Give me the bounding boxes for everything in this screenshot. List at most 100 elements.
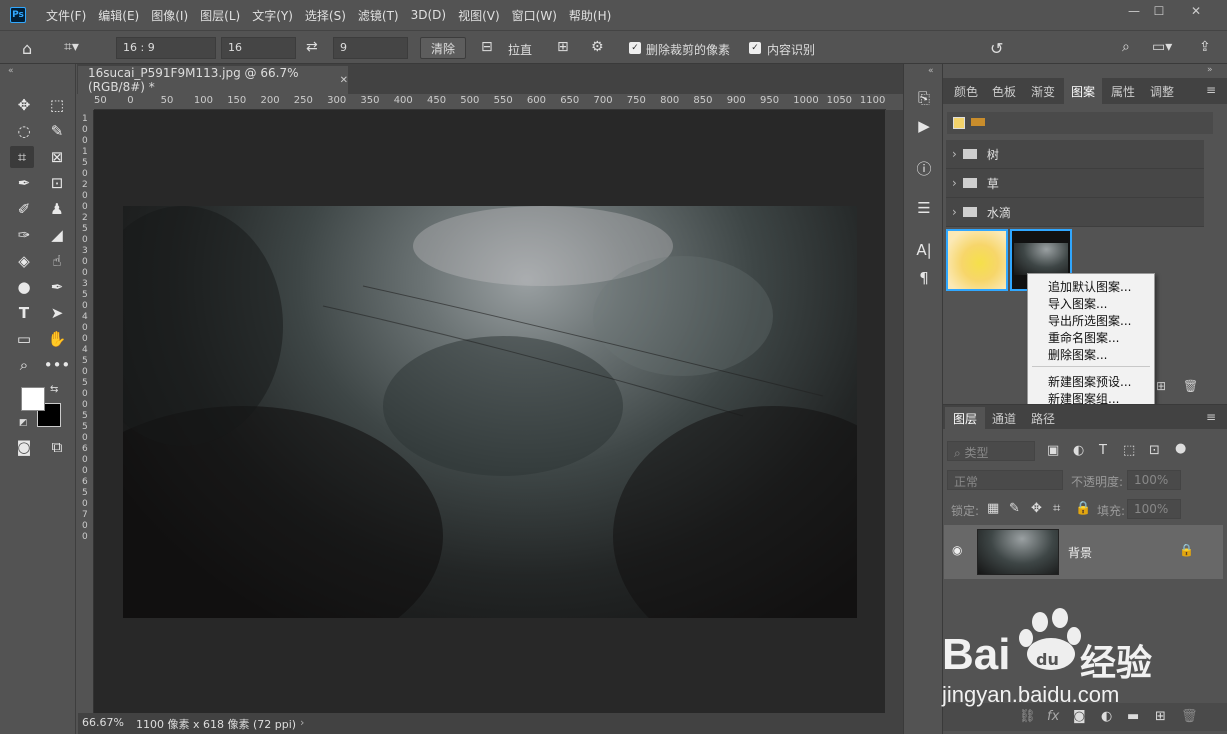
menu-edit[interactable]: 编辑(E) [92,7,145,24]
quick-mask-icon[interactable]: ◙ [12,436,36,458]
menu-image[interactable]: 图像(I) [145,7,194,24]
lock-artboard-icon[interactable]: ⌗ [1053,501,1060,516]
marquee-tool-icon[interactable]: ⬚ [45,94,69,116]
properties-icon[interactable]: ☰ [914,198,934,218]
info-icon[interactable]: ⓘ [914,158,934,178]
menu-help[interactable]: 帮助(H) [563,7,617,24]
home-icon[interactable]: ⌂ [22,39,32,58]
screen-mode-icon[interactable]: ⧉ [45,436,69,458]
vertical-scrollbar[interactable] [885,110,903,734]
panel-menu-icon[interactable]: ≡ [1206,83,1216,97]
layer-row-background[interactable]: ◉ 背景 🔒 [944,525,1223,579]
status-menu-icon[interactable]: › [300,716,304,729]
lock-all-icon[interactable]: 🔒 [1075,501,1091,516]
pixel-filter-icon[interactable]: ▣ [1047,443,1059,458]
lasso-tool-icon[interactable]: ◌ [12,120,36,142]
filter-toggle-icon[interactable]: ● [1175,441,1186,456]
actions-play-icon[interactable]: ▶ [914,116,934,136]
width-input[interactable]: 16 [221,37,296,59]
trash-icon[interactable]: 🗑 [1183,379,1198,393]
type-tool-icon[interactable]: T [12,302,36,324]
pattern-group-water[interactable]: › 水滴 [946,198,1204,227]
rectangle-tool-icon[interactable]: ▭ [12,328,36,350]
menu-export-selected-patterns[interactable]: 导出所选图案... [1048,312,1131,329]
crop-tool-icon[interactable]: ⌗ [10,146,34,168]
ratio-preset-select[interactable]: 16 : 9 [116,37,216,59]
menu-layer[interactable]: 图层(L) [194,7,246,24]
menu-window[interactable]: 窗口(W) [506,7,563,24]
tab-patterns[interactable]: 图案 [1064,78,1102,104]
quick-select-tool-icon[interactable]: ✎ [45,120,69,142]
chevron-right-icon[interactable]: › [952,205,957,219]
recent-pattern-1[interactable] [953,117,965,129]
eyedropper-tool-icon[interactable]: ✒ [12,172,36,194]
panel-collapse-icon[interactable]: » [1207,65,1213,75]
menu-3d[interactable]: 3D(D) [405,8,452,22]
lock-transparency-icon[interactable]: ▦ [987,501,999,516]
menu-type[interactable]: 文字(Y) [246,7,299,24]
stamp-tool-icon[interactable]: ♟ [45,198,69,220]
maximize-button[interactable]: ☐ [1143,0,1175,22]
frame-tool-icon[interactable]: ⊠ [45,146,69,168]
close-button[interactable]: ✕ [1180,0,1212,22]
character-icon[interactable]: A| [914,240,934,260]
content-aware-checkbox[interactable]: ✓ [749,42,761,54]
tab-channels[interactable]: 通道 [985,407,1023,429]
history-icon[interactable]: ⎘ [914,88,934,108]
menu-import-patterns[interactable]: 导入图案... [1048,295,1107,312]
paragraph-icon[interactable]: ¶ [914,268,934,288]
pattern-group-grass[interactable]: › 草 [946,169,1204,198]
workspace-icon[interactable]: ▭▾ [1152,39,1172,55]
fill-input[interactable]: 100% [1127,499,1181,519]
new-pattern-icon[interactable]: ⊞ [1156,379,1166,393]
paint-bucket-tool-icon[interactable]: ◈ [12,250,36,272]
default-colors-icon[interactable]: ◩ [19,418,28,428]
recent-pattern-2[interactable] [971,118,985,126]
adjustment-filter-icon[interactable]: ◐ [1073,443,1084,458]
menu-rename-pattern[interactable]: 重命名图案... [1048,329,1119,346]
swap-colors-icon[interactable]: ⇆ [50,384,58,395]
dock-collapse-icon[interactable]: « [928,66,934,76]
brush-tool-icon[interactable]: ✐ [12,198,36,220]
straighten-button[interactable]: 拉直 [508,41,532,58]
delete-cropped-checkbox[interactable]: ✓ [629,42,641,54]
menu-new-pattern-preset[interactable]: 新建图案预设... [1048,373,1131,390]
menu-select[interactable]: 选择(S) [299,7,352,24]
tab-paths[interactable]: 路径 [1025,407,1061,429]
crop-tool-preset-icon[interactable]: ⌗▾ [64,39,79,55]
lock-position-icon[interactable]: ✥ [1031,501,1042,516]
tab-color[interactable]: 颜色 [947,78,985,104]
dodge-tool-icon[interactable]: ● [12,276,36,298]
eraser-tool-icon[interactable]: ◢ [45,224,69,246]
menu-append-default-patterns[interactable]: 追加默认图案... [1048,278,1131,295]
straighten-icon[interactable]: ⊟ [481,39,493,55]
layers-menu-icon[interactable]: ≡ [1206,410,1216,424]
tab-swatches[interactable]: 色板 [985,78,1023,104]
close-tab-icon[interactable]: ✕ [340,75,348,86]
menu-filter[interactable]: 滤镜(T) [352,7,405,24]
smudge-tool-icon[interactable]: ☝ [45,250,69,272]
document-image[interactable] [123,206,857,618]
share-icon[interactable]: ⇪ [1199,39,1211,55]
pattern-group-trees[interactable]: › 树 [946,140,1204,169]
menu-delete-pattern[interactable]: 删除图案... [1048,346,1107,363]
pen-tool-icon[interactable]: ✒ [45,276,69,298]
foreground-color-swatch[interactable] [21,387,45,411]
layer-filter-select[interactable]: ⌕ 类型 [947,441,1035,461]
menu-view[interactable]: 视图(V) [452,7,506,24]
pattern-thumb-yellow[interactable] [946,229,1008,291]
zoom-tool-icon[interactable]: ⌕ [12,354,36,376]
delete-layer-icon[interactable]: 🗑 [1181,709,1198,724]
move-tool-icon[interactable]: ✥ [12,94,36,116]
reset-icon[interactable]: ↺ [990,39,1003,58]
patch-tool-icon[interactable]: ⊡ [45,172,69,194]
tab-properties[interactable]: 属性 [1104,78,1142,104]
blend-mode-select[interactable]: 正常 [947,470,1063,490]
clear-button[interactable]: 清除 [420,37,466,59]
path-select-tool-icon[interactable]: ➤ [45,302,69,324]
shape-filter-icon[interactable]: ⬚ [1123,443,1135,458]
lock-pixels-icon[interactable]: ✎ [1009,501,1020,516]
tab-layers[interactable]: 图层 [945,407,985,429]
layer-name[interactable]: 背景 [1068,544,1092,561]
search-icon[interactable]: ⌕ [1122,39,1130,55]
